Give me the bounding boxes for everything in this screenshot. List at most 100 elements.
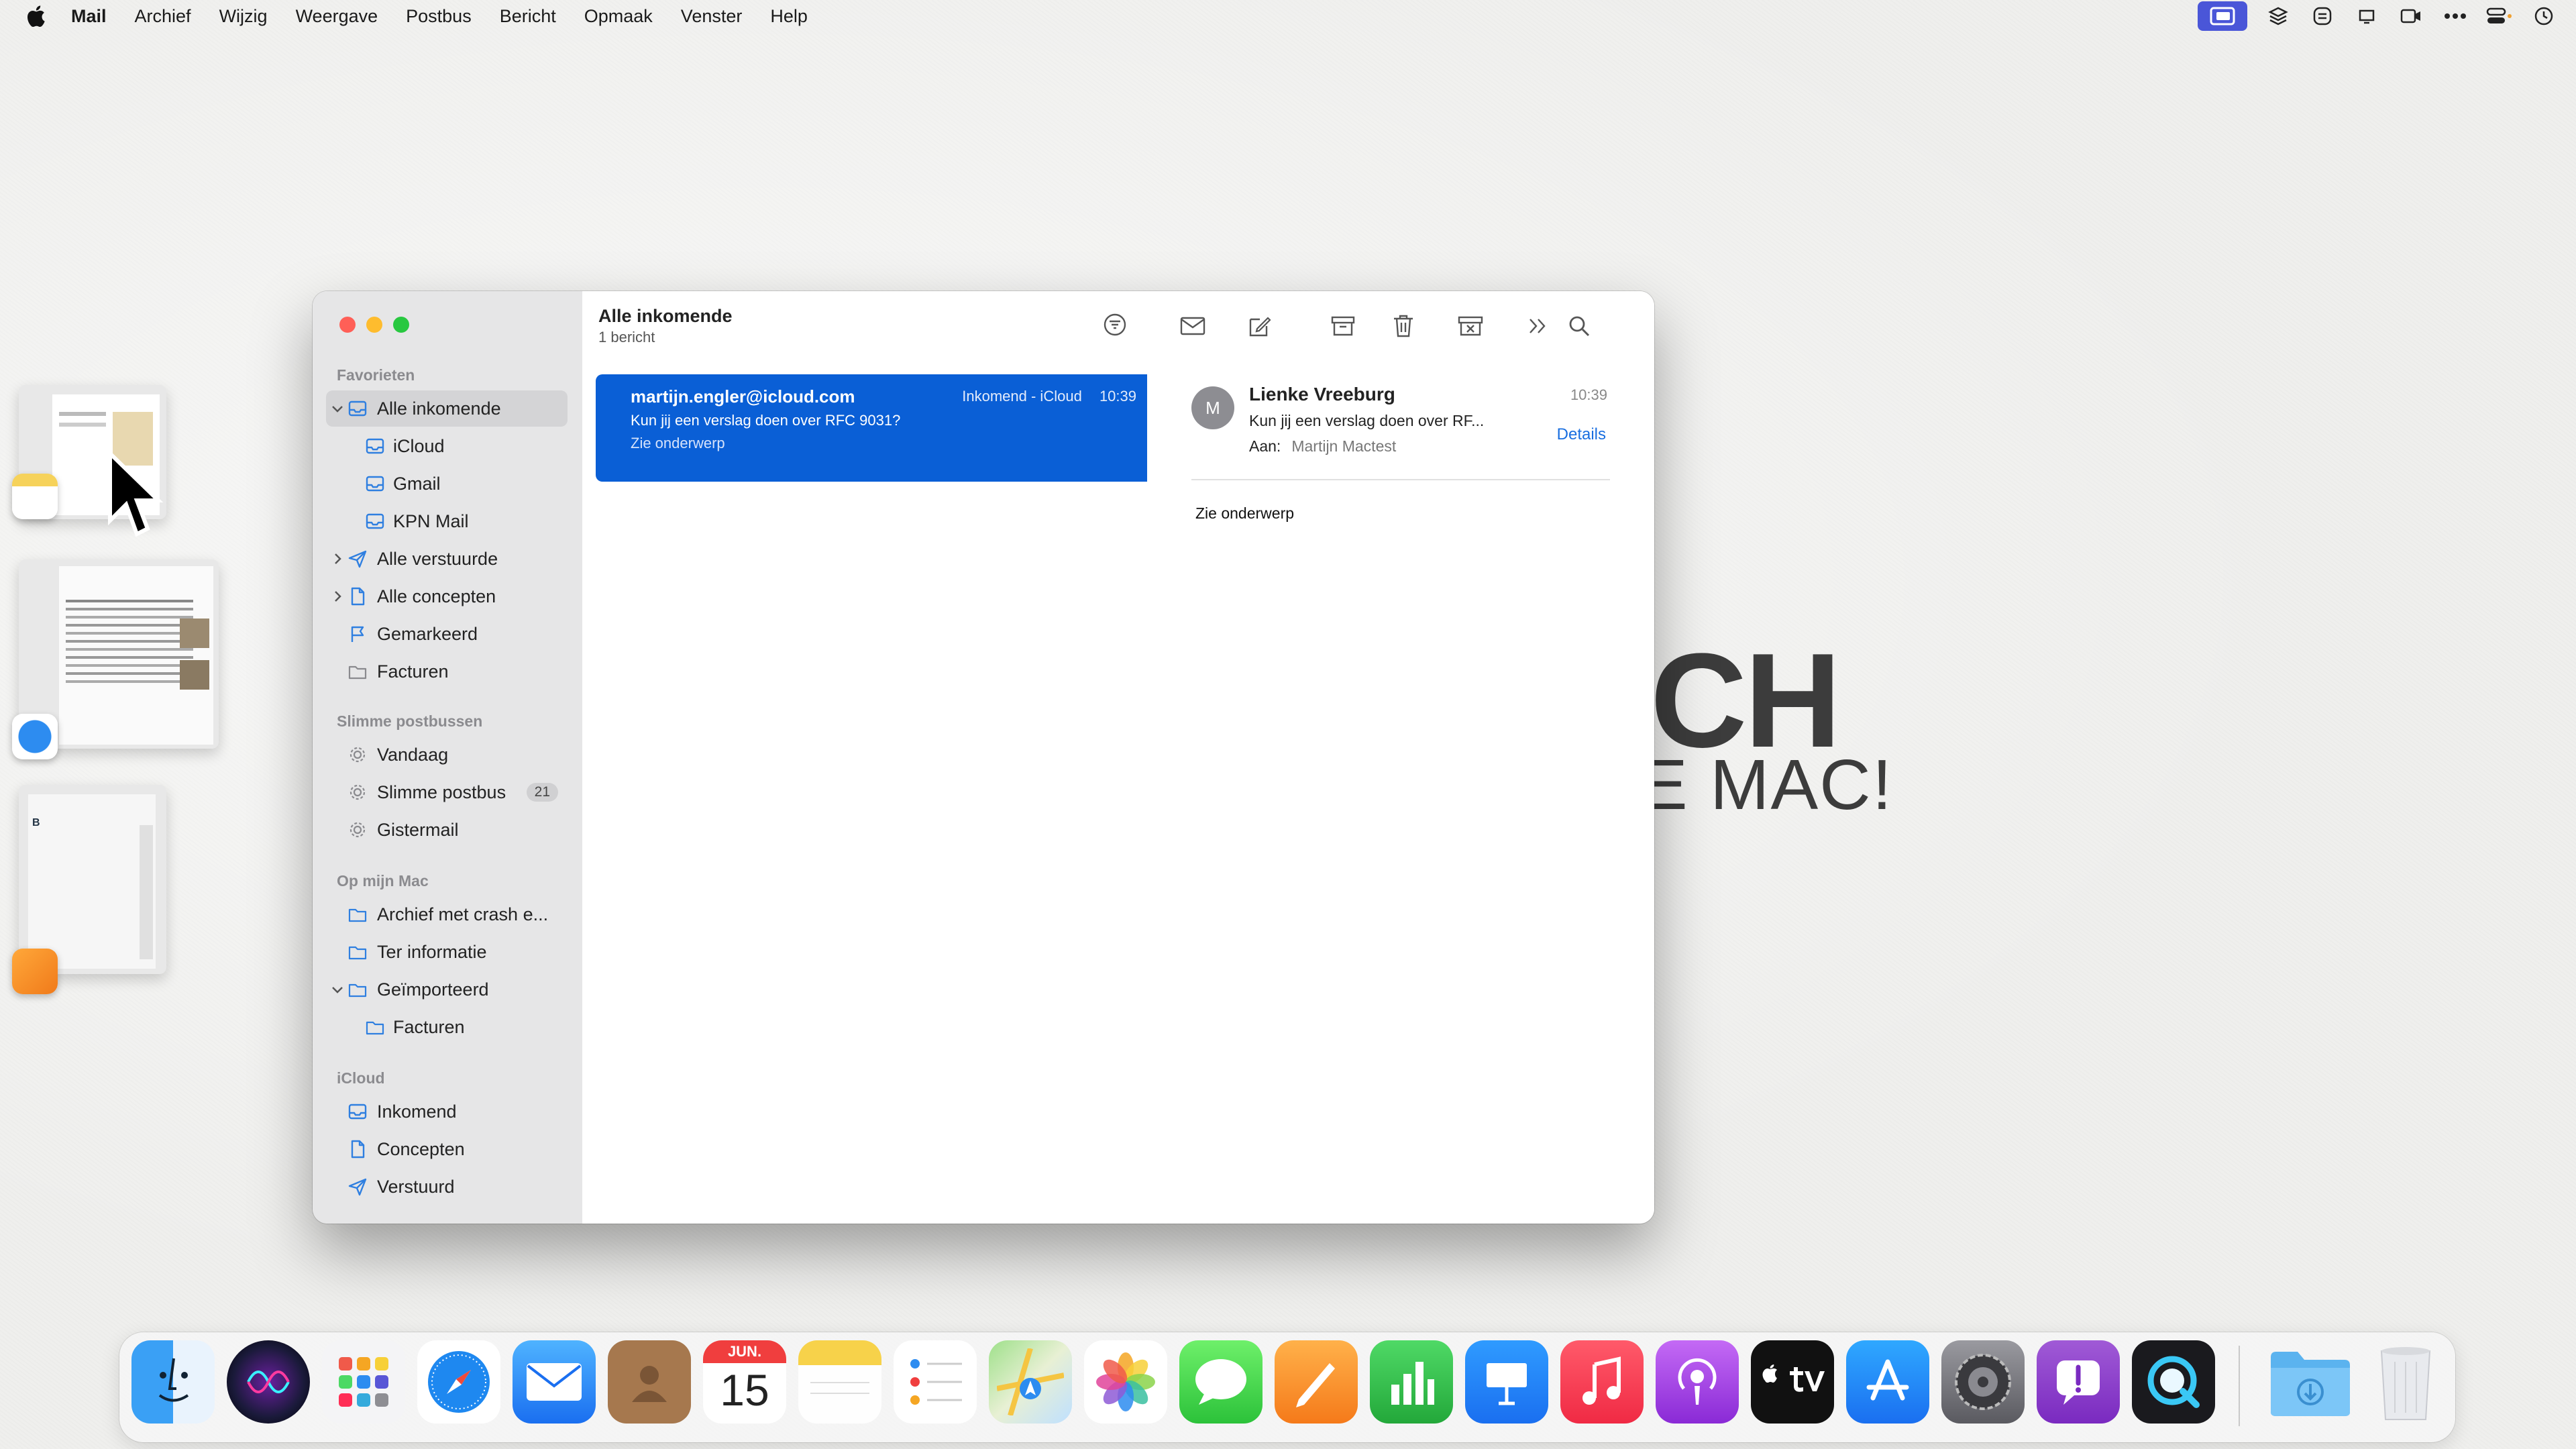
control-center-icon[interactable]	[2486, 4, 2513, 28]
layers-icon[interactable]	[2265, 4, 2292, 28]
sidebar-item-icloud[interactable]: iCloud	[326, 428, 568, 464]
archive-button[interactable]	[1328, 311, 1358, 341]
search-icon	[1569, 316, 1590, 337]
chevron-down-icon[interactable]	[330, 401, 345, 416]
minimize-button[interactable]	[366, 317, 382, 333]
contacts-icon[interactable]	[608, 1340, 691, 1424]
podcasts-icon[interactable]	[1656, 1340, 1739, 1424]
menu-opmaak[interactable]: Opmaak	[584, 6, 653, 27]
chevron-right-icon[interactable]	[330, 589, 345, 604]
quicktime-icon[interactable]	[2132, 1340, 2215, 1424]
feedback-assistant-icon[interactable]	[2037, 1340, 2120, 1424]
calendar-icon[interactable]: JUN. 15	[703, 1340, 786, 1424]
envelope-icon	[1180, 317, 1205, 335]
sidebar-item-label: Concepten	[377, 1138, 465, 1159]
menu-weergave[interactable]: Weergave	[296, 6, 378, 27]
sidebar-item-label: Archief met crash e...	[377, 904, 549, 924]
recipient-line: Aan: Martijn Mactest	[1249, 437, 1396, 455]
finder-icon[interactable]	[131, 1340, 215, 1424]
siri-icon[interactable]	[227, 1340, 310, 1424]
paper-plane-icon	[348, 1178, 367, 1196]
trash-icon[interactable]	[2364, 1340, 2447, 1424]
clock-icon[interactable]	[2530, 4, 2557, 28]
inbox-icon	[348, 400, 367, 417]
message-preview: Zie onderwerp	[631, 435, 725, 451]
sidebar-item-label: Slimme postbus	[377, 782, 506, 802]
reminders-icon[interactable]	[894, 1340, 977, 1424]
sidebar-item-label: Gemarkeerd	[377, 623, 478, 644]
sidebar-item-gmail[interactable]: Gmail	[326, 466, 568, 502]
sidebar-item-alle-concepten[interactable]: Alle concepten	[326, 578, 568, 614]
compose-button[interactable]	[1245, 311, 1275, 341]
apple-icon[interactable]	[25, 5, 46, 27]
mailbox-title: Alle inkomende	[598, 306, 733, 326]
numbers-icon[interactable]	[1370, 1340, 1453, 1424]
sidebar-item-alle-inkomende[interactable]: Alle inkomende	[326, 390, 568, 427]
safari-icon[interactable]	[417, 1340, 500, 1424]
search-button[interactable]	[1564, 311, 1594, 341]
screen-mirroring-icon[interactable]	[2353, 4, 2380, 28]
messages-icon[interactable]	[1179, 1340, 1263, 1424]
sidebar-item-geimporteerd[interactable]: Geïmporteerd	[326, 971, 568, 1008]
close-button[interactable]	[339, 317, 356, 333]
inbox-icon	[348, 1104, 367, 1120]
chevron-right-icon[interactable]	[330, 551, 345, 566]
stage-manager-icon[interactable]	[2198, 1, 2247, 31]
details-link[interactable]: Details	[1557, 425, 1606, 444]
sidebar: Favorieten Alle inkomende iCloud Gmail K…	[313, 291, 583, 1224]
sidebar-item-kpn-mail[interactable]: KPN Mail	[326, 503, 568, 539]
sidebar-item-concepten[interactable]: Concepten	[326, 1131, 568, 1167]
notes-icon[interactable]	[798, 1340, 881, 1424]
menu-app-mail[interactable]: Mail	[71, 6, 107, 27]
sidebar-item-vandaag[interactable]: Vandaag	[326, 737, 568, 773]
menu-wijzig[interactable]: Wijzig	[219, 6, 268, 27]
sidebar-item-ter-informatie[interactable]: Ter informatie	[326, 934, 568, 970]
calendar-day: 15	[720, 1365, 769, 1415]
sidebar-item-gistermail[interactable]: Gistermail	[326, 812, 568, 848]
zoom-button[interactable]	[393, 317, 409, 333]
photos-icon[interactable]	[1084, 1340, 1167, 1424]
sidebar-item-alle-verstuurde[interactable]: Alle verstuurde	[326, 541, 568, 577]
sidebar-item-geimporteerd-facturen[interactable]: Facturen	[326, 1009, 568, 1045]
window-controls	[339, 317, 409, 333]
menu-venster[interactable]: Venster	[681, 6, 743, 27]
app-store-icon[interactable]	[1846, 1340, 1929, 1424]
menu-archief[interactable]: Archief	[135, 6, 191, 27]
sidebar-item-facturen[interactable]: Facturen	[326, 653, 568, 690]
maps-icon[interactable]	[989, 1340, 1072, 1424]
music-icon[interactable]	[1560, 1340, 1644, 1424]
get-mail-button[interactable]	[1178, 311, 1208, 341]
sidebar-item-inkomend[interactable]: Inkomend	[326, 1093, 568, 1130]
message-count: 1 bericht	[598, 329, 655, 345]
apple-tv-icon[interactable]	[1751, 1340, 1834, 1424]
menu-postbus[interactable]: Postbus	[406, 6, 472, 27]
video-icon[interactable]	[2398, 4, 2424, 28]
unread-count-badge: 21	[526, 783, 558, 802]
pages-icon[interactable]	[1275, 1340, 1358, 1424]
sidebar-item-label: Facturen	[377, 661, 449, 682]
focus-icon[interactable]	[2309, 4, 2336, 28]
delete-button[interactable]	[1389, 311, 1418, 341]
launchpad-icon[interactable]	[322, 1340, 405, 1424]
sidebar-item-label: Gistermail	[377, 819, 459, 840]
safari-app-icon	[12, 714, 58, 759]
gear-icon	[350, 822, 366, 838]
downloads-folder-icon[interactable]	[2266, 1340, 2355, 1424]
sidebar-item-archief-met-crash[interactable]: Archief met crash e...	[326, 896, 568, 932]
desktop-wallpaper-subtext: E MAC!	[1640, 745, 1894, 824]
more-icon[interactable]	[2442, 4, 2469, 28]
menu-help[interactable]: Help	[770, 6, 808, 27]
sidebar-item-slimme-postbus[interactable]: Slimme postbus 21	[326, 774, 568, 810]
filter-icon[interactable]	[1102, 311, 1128, 338]
sidebar-item-gemarkeerd[interactable]: Gemarkeerd	[326, 616, 568, 652]
chevron-down-icon[interactable]	[330, 982, 345, 997]
stage-thumb-pages[interactable]: B	[19, 785, 166, 974]
keynote-icon[interactable]	[1465, 1340, 1548, 1424]
sidebar-item-verstuurd[interactable]: Verstuurd	[326, 1169, 568, 1205]
more-toolbar-button[interactable]	[1523, 311, 1552, 341]
menu-bericht[interactable]: Bericht	[500, 6, 556, 27]
list-item[interactable]: martijn.engler@icloud.com Inkomend - iCl…	[596, 374, 1157, 482]
system-settings-icon[interactable]	[1941, 1340, 2025, 1424]
junk-button[interactable]	[1456, 311, 1485, 341]
mail-app-icon[interactable]	[513, 1340, 596, 1424]
